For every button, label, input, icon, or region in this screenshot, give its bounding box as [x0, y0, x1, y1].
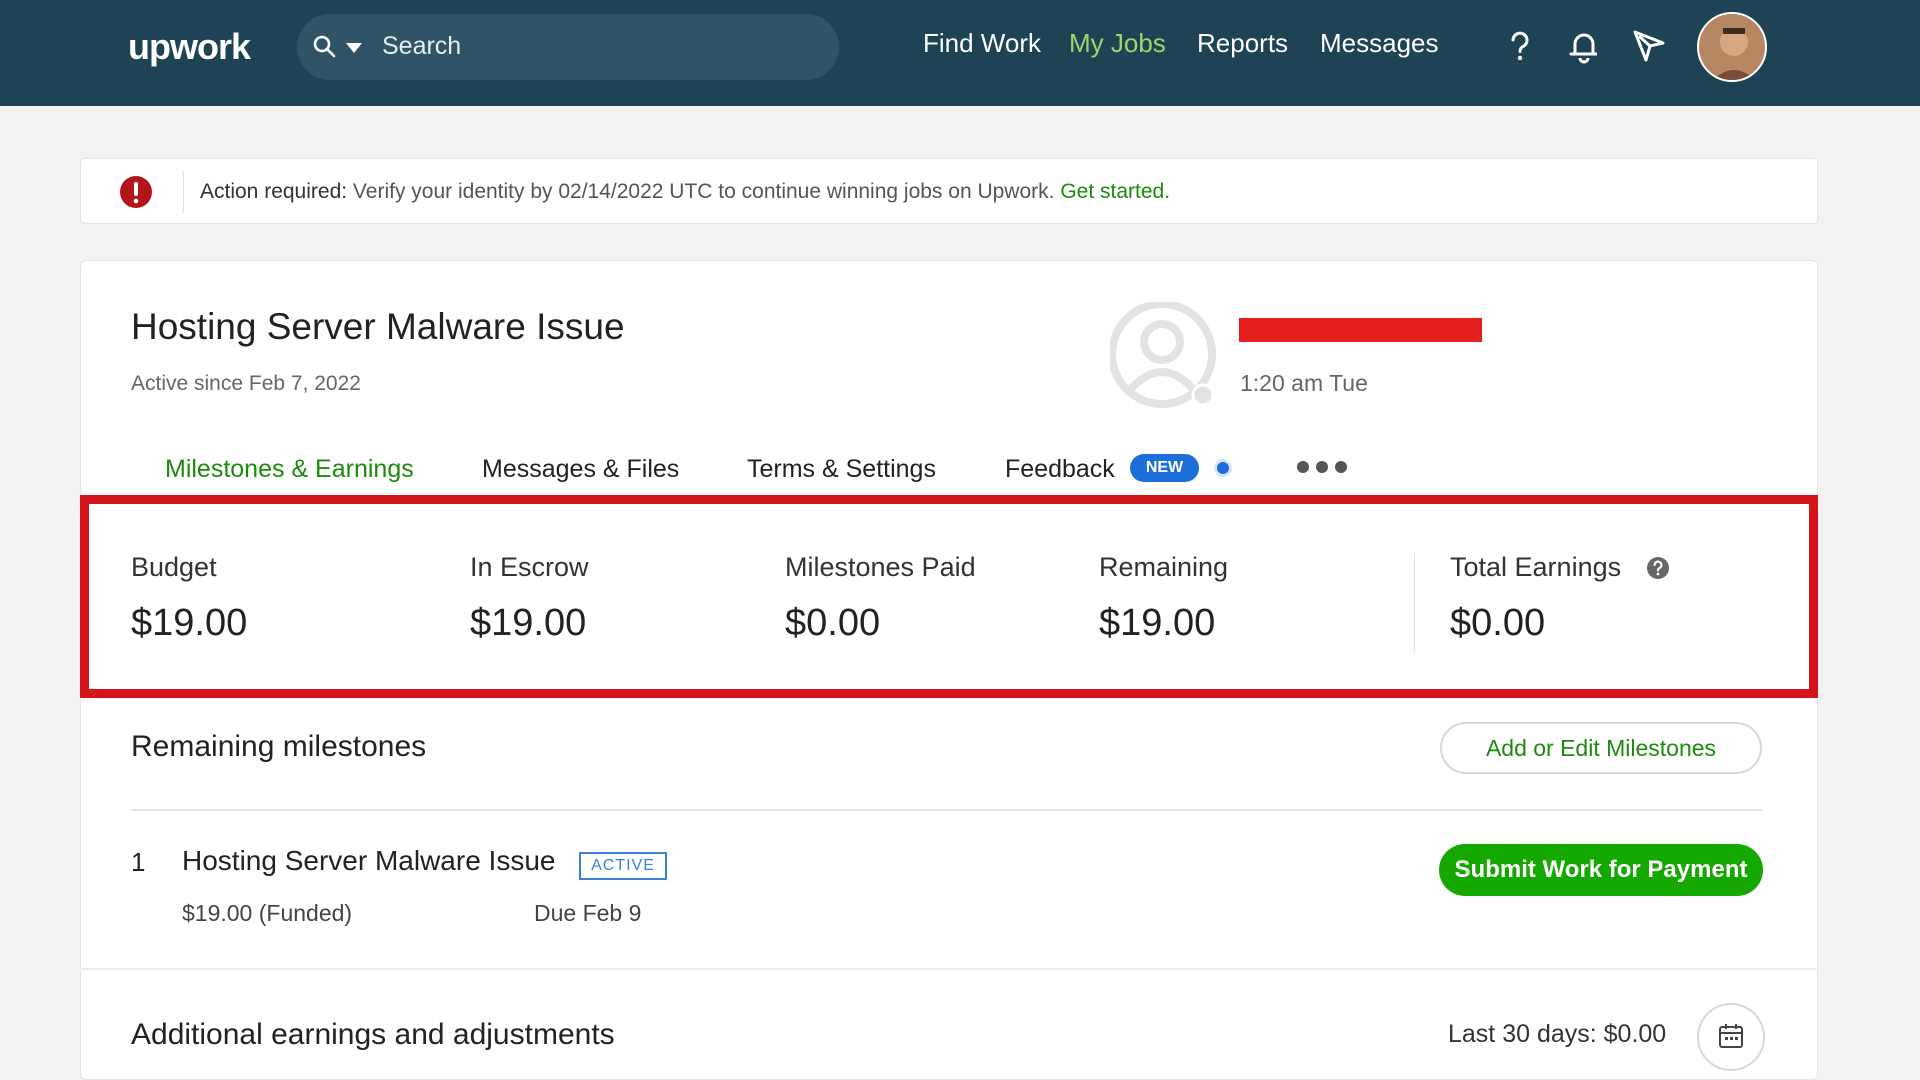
avatar[interactable] — [1697, 12, 1767, 82]
status-badge: ACTIVE — [579, 852, 667, 880]
remaining-label: Remaining — [1099, 552, 1229, 582]
add-edit-milestones-button[interactable]: Add or Edit Milestones — [1440, 722, 1762, 774]
milestones-paid-value: $0.00 — [785, 602, 881, 644]
nav-find-work[interactable]: Find Work — [923, 28, 1041, 59]
milestone-title: Hosting Server Malware Issue — [182, 845, 556, 876]
calendar-icon — [1719, 1023, 1743, 1048]
alert-label: Action required: — [200, 180, 348, 203]
alert-icon — [120, 176, 152, 208]
tab-feedback[interactable]: Feedback — [1005, 455, 1115, 484]
search-input[interactable] — [382, 24, 812, 68]
top-navigation: upwork Find Work My Jobs Reports Message… — [0, 0, 1920, 106]
total-earnings-label: Total Earnings — [1450, 552, 1622, 582]
client-name-redacted — [1239, 318, 1482, 342]
notification-dot — [1214, 459, 1232, 477]
get-started-link[interactable]: Get started. — [1060, 180, 1170, 203]
in-escrow-value: $19.00 — [470, 602, 587, 644]
remaining-milestones-heading: Remaining milestones — [131, 730, 427, 763]
identity-alert: Action required: Verify your identity by… — [80, 158, 1818, 224]
milestone-due-date: Due Feb 9 — [534, 900, 642, 926]
budget-label: Budget — [131, 552, 217, 582]
more-options-icon[interactable] — [1296, 460, 1348, 474]
divider — [183, 171, 184, 213]
tab-milestones-earnings[interactable]: Milestones & Earnings — [165, 455, 414, 484]
nav-reports[interactable]: Reports — [1197, 28, 1288, 59]
question-circle-icon[interactable] — [1646, 556, 1670, 580]
alert-message: Verify your identity by 02/14/2022 UTC t… — [347, 180, 1061, 203]
milestones-paid-label: Milestones Paid — [785, 552, 976, 582]
date-range-button[interactable] — [1697, 1003, 1765, 1071]
nav-my-jobs[interactable]: My Jobs — [1069, 28, 1166, 59]
additional-earnings-heading: Additional earnings and adjustments — [131, 1018, 615, 1051]
submit-work-button[interactable]: Submit Work for Payment — [1439, 844, 1763, 896]
milestone-number: 1 — [131, 847, 146, 877]
last-30-days-earnings: Last 30 days: $0.00 — [1448, 1020, 1667, 1048]
divider — [131, 809, 1763, 811]
tab-terms-settings[interactable]: Terms & Settings — [747, 455, 936, 484]
send-icon[interactable] — [1631, 28, 1667, 64]
nav-messages[interactable]: Messages — [1320, 28, 1439, 59]
in-escrow-label: In Escrow — [470, 552, 589, 582]
alert-text: Action required: Verify your identity by… — [200, 180, 1170, 204]
page-title: Hosting Server Malware Issue — [131, 306, 625, 347]
client-local-time: 1:20 am Tue — [1240, 370, 1368, 396]
divider — [1414, 553, 1415, 653]
chevron-down-icon[interactable] — [345, 42, 363, 54]
active-since: Active since Feb 7, 2022 — [131, 372, 361, 395]
budget-value: $19.00 — [131, 602, 248, 644]
total-earnings-value: $0.00 — [1450, 602, 1546, 644]
earnings-summary-highlight — [80, 495, 1818, 698]
upwork-logo[interactable]: upwork — [128, 26, 251, 68]
bell-icon[interactable] — [1566, 28, 1602, 64]
milestone-amount: $19.00 (Funded) — [182, 900, 353, 926]
tab-messages-files[interactable]: Messages & Files — [482, 455, 679, 484]
divider — [80, 968, 1818, 970]
new-badge: NEW — [1130, 454, 1199, 482]
search-icon[interactable] — [312, 34, 336, 58]
help-icon[interactable] — [1502, 28, 1538, 64]
user-photo-icon — [1699, 14, 1765, 80]
client-avatar-icon[interactable] — [1110, 302, 1220, 412]
remaining-value: $19.00 — [1099, 602, 1216, 644]
